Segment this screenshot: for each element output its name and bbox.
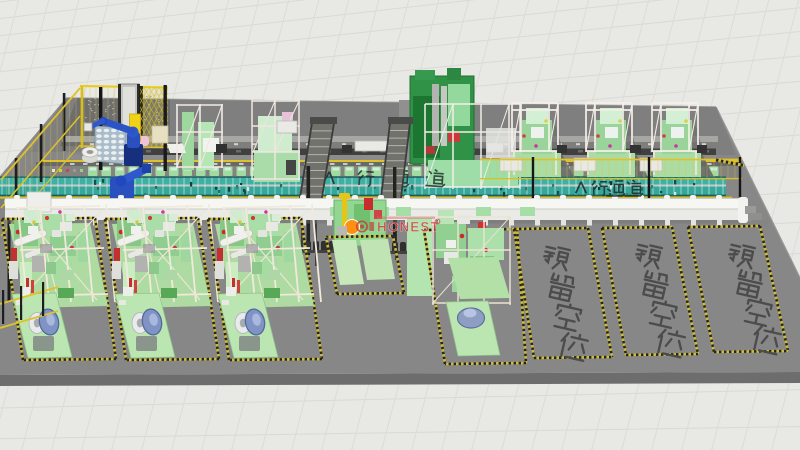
svg-text:HONEST: HONEST — [377, 220, 440, 235]
